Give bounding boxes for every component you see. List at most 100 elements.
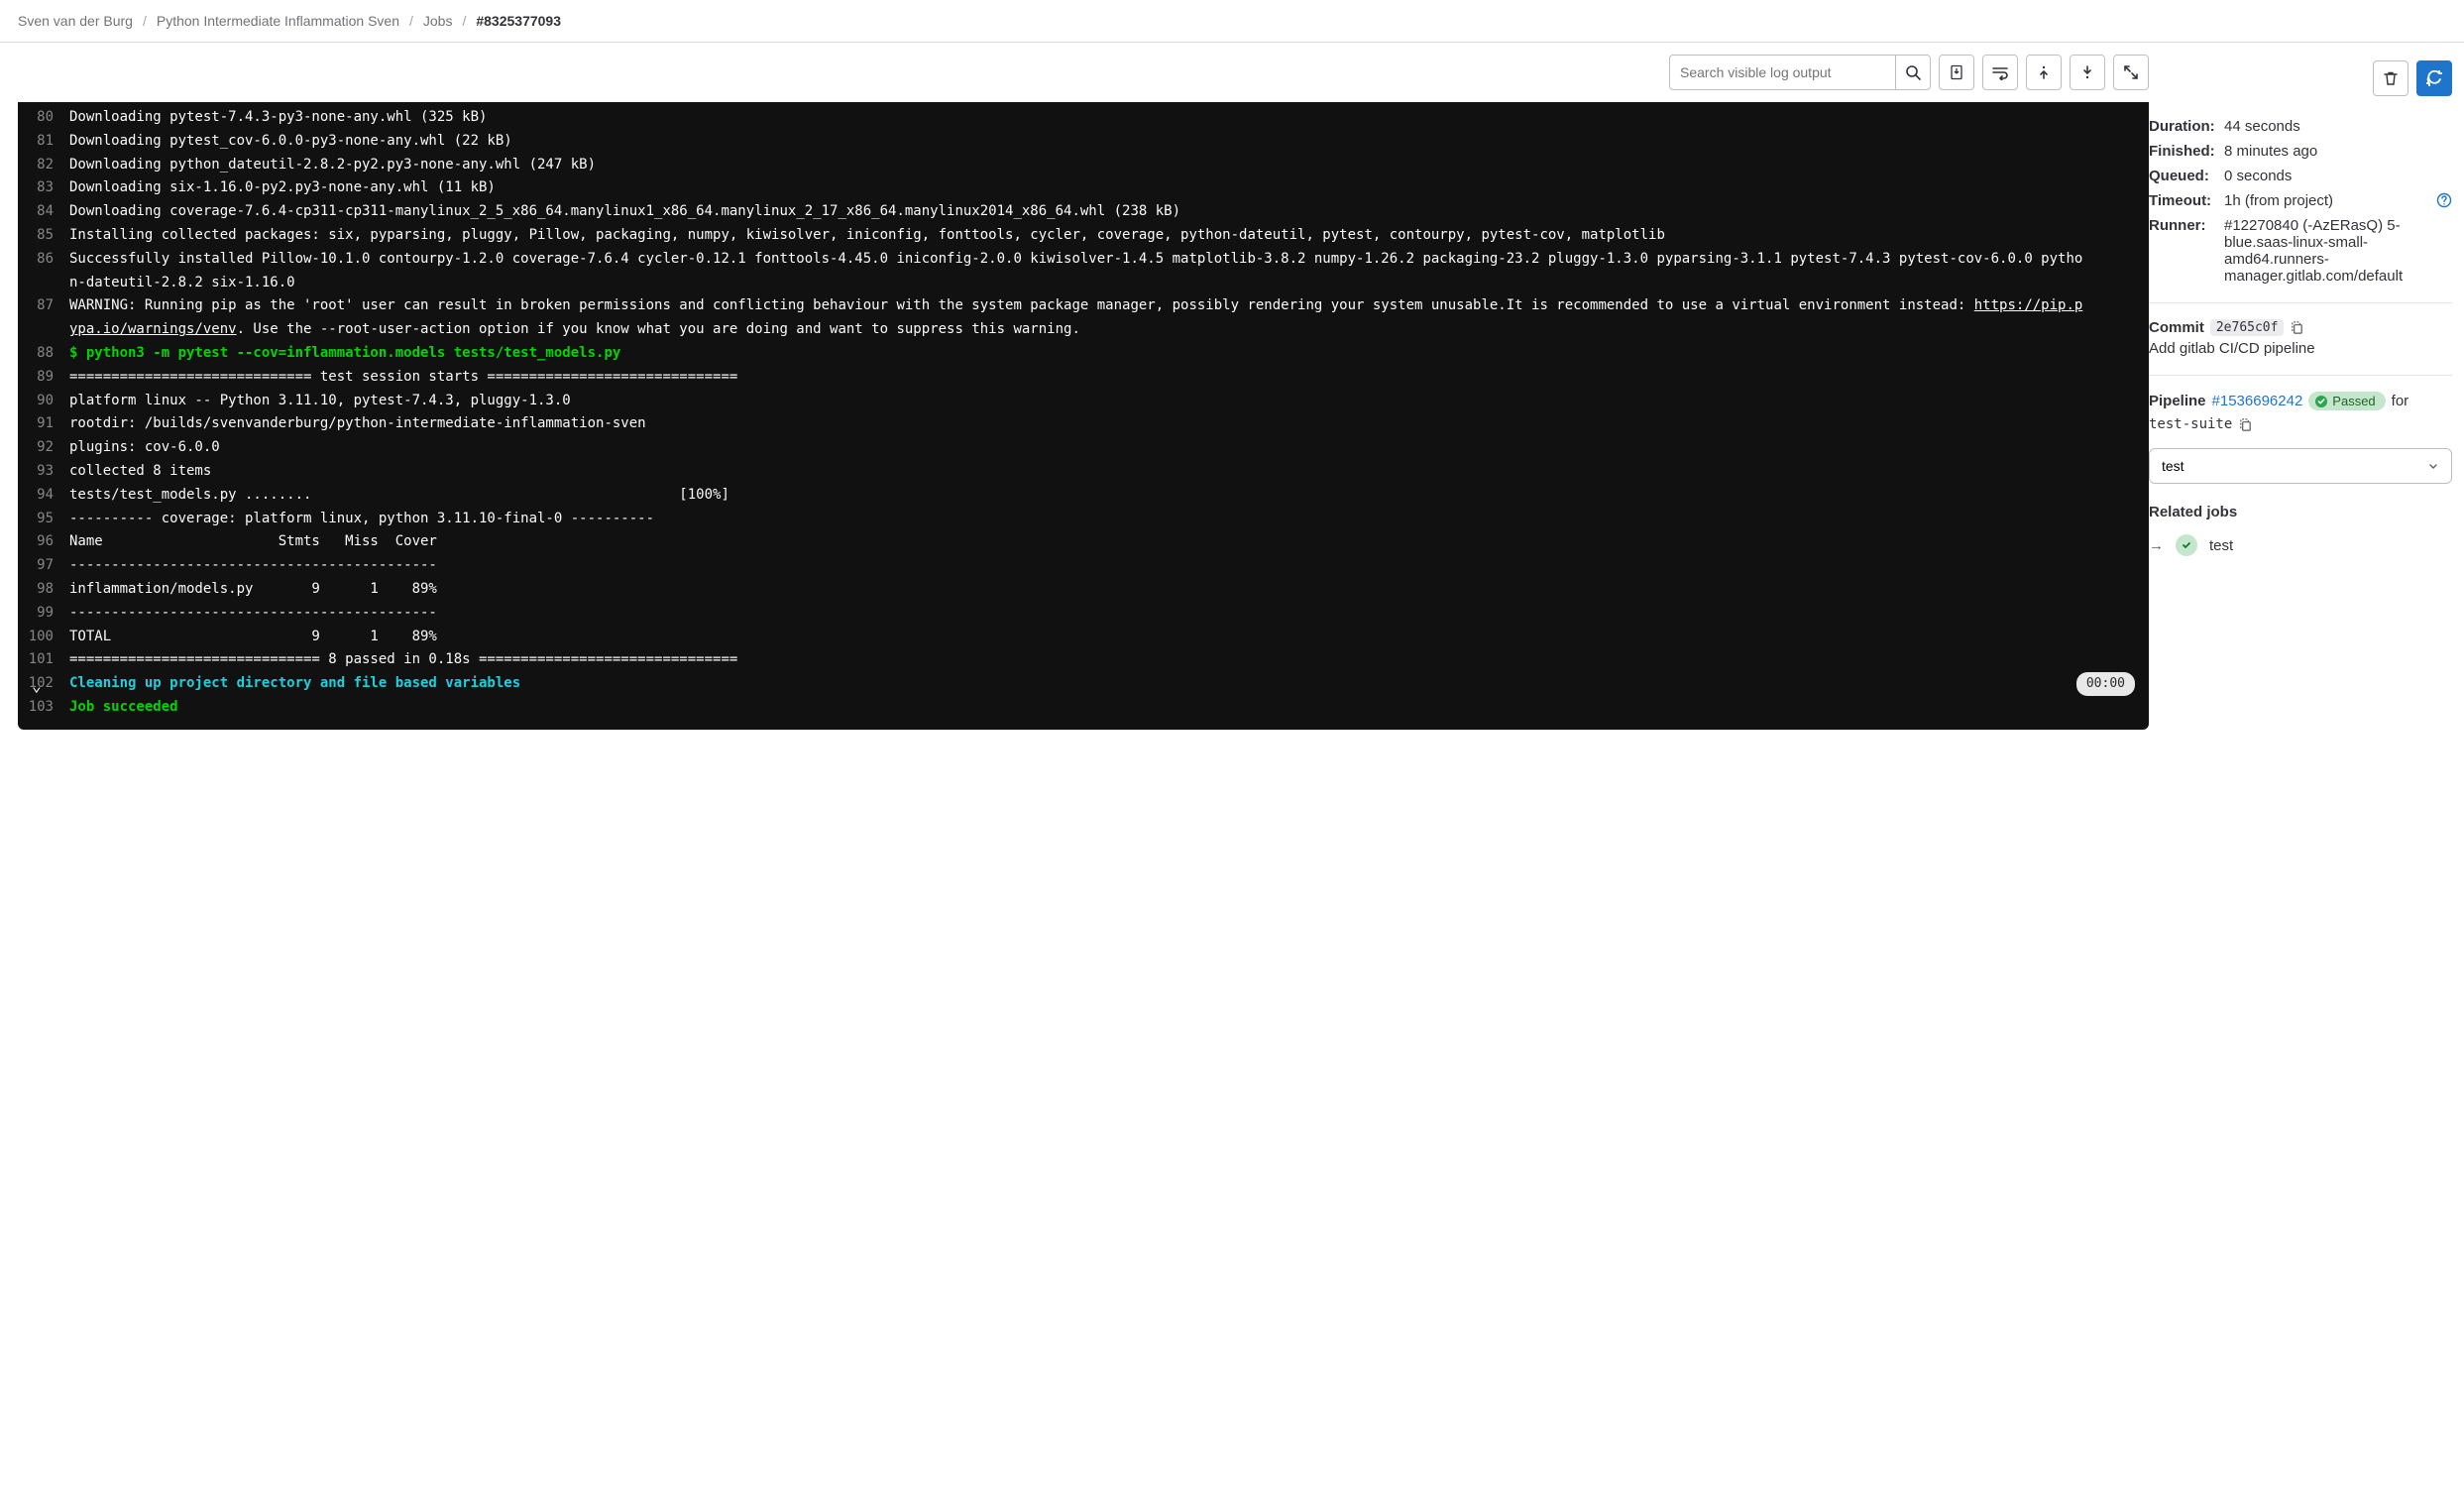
log-text: ============================== 8 passed … bbox=[69, 648, 797, 672]
log-line: 100TOTAL 9 1 89% bbox=[18, 626, 2149, 649]
queued-label: Queued: bbox=[2149, 168, 2218, 184]
finished-label: Finished: bbox=[2149, 143, 2218, 160]
log-text: ----------------------------------------… bbox=[69, 602, 497, 626]
breadcrumb-sep: / bbox=[462, 13, 466, 29]
log-line: 93collected 8 items bbox=[18, 460, 2149, 484]
line-number[interactable]: 92 bbox=[28, 436, 69, 460]
runner-value: #12270840 (-AzERasQ) 5-blue.saas-linux-s… bbox=[2224, 217, 2452, 285]
trash-icon bbox=[2383, 70, 2399, 86]
log-line: 87WARNING: Running pip as the 'root' use… bbox=[18, 294, 2149, 342]
scroll-top-button[interactable] bbox=[2026, 55, 2062, 90]
log-text: TOTAL 9 1 89% bbox=[69, 626, 497, 649]
related-jobs-heading: Related jobs bbox=[2149, 504, 2452, 520]
log-text: Downloading coverage-7.6.4-cp311-cp311-m… bbox=[69, 200, 1240, 224]
job-select[interactable]: test bbox=[2149, 448, 2452, 484]
sidebar: Duration:44 seconds Finished:8 minutes a… bbox=[2149, 43, 2464, 749]
line-number[interactable]: 81 bbox=[28, 130, 69, 154]
search-input[interactable] bbox=[1669, 55, 1895, 90]
duration-value: 44 seconds bbox=[2224, 118, 2452, 135]
log-text: Downloading python_dateutil-2.8.2-py2.py… bbox=[69, 154, 655, 177]
line-number[interactable]: 85 bbox=[28, 224, 69, 248]
line-number[interactable]: 98 bbox=[28, 578, 69, 602]
breadcrumb: Sven van der Burg / Python Intermediate … bbox=[0, 0, 2464, 43]
timeout-value: 1h (from project) bbox=[2224, 192, 2430, 209]
commit-message: Add gitlab CI/CD pipeline bbox=[2149, 340, 2452, 357]
line-number[interactable]: 103 bbox=[28, 696, 69, 720]
line-number[interactable]: 94 bbox=[28, 484, 69, 508]
log-text: Cleaning up project directory and file b… bbox=[69, 672, 580, 696]
line-number[interactable]: 100 bbox=[28, 626, 69, 649]
status-icon bbox=[2176, 534, 2197, 556]
finished-value: 8 minutes ago bbox=[2224, 143, 2452, 160]
line-number[interactable]: 90 bbox=[28, 390, 69, 413]
log-line: 85Installing collected packages: six, py… bbox=[18, 224, 2149, 248]
log-line: 95---------- coverage: platform linux, p… bbox=[18, 508, 2149, 531]
line-number[interactable]: 86 bbox=[28, 248, 69, 295]
commit-label: Commit bbox=[2149, 319, 2204, 336]
log-line: 102Cleaning up project directory and fil… bbox=[18, 672, 2149, 696]
divider bbox=[2149, 375, 2452, 376]
branch-name[interactable]: test-suite bbox=[2149, 416, 2232, 432]
line-number[interactable]: 82 bbox=[28, 154, 69, 177]
log-line: 90platform linux -- Python 3.11.10, pyte… bbox=[18, 390, 2149, 413]
line-number[interactable]: 99 bbox=[28, 602, 69, 626]
breadcrumb-project[interactable]: Python Intermediate Inflammation Sven bbox=[157, 13, 399, 29]
log-text: Name Stmts Miss Cover bbox=[69, 530, 497, 554]
search-button[interactable] bbox=[1895, 55, 1931, 90]
pipeline-link[interactable]: #1536696242 bbox=[2212, 393, 2303, 409]
wrap-lines-button[interactable] bbox=[1982, 55, 2018, 90]
log-text: ----------------------------------------… bbox=[69, 554, 497, 578]
log-toolbar bbox=[18, 43, 2149, 102]
status-text: Passed bbox=[2332, 394, 2375, 408]
line-number[interactable]: 101 bbox=[28, 648, 69, 672]
runner-label: Runner: bbox=[2149, 217, 2218, 234]
log-line: 94tests/test_models.py ........ [100%] bbox=[18, 484, 2149, 508]
log-text: Downloading pytest_cov-6.0.0-py3-none-an… bbox=[69, 130, 572, 154]
download-icon bbox=[1949, 64, 1964, 80]
log-text: Downloading pytest-7.4.3-py3-none-any.wh… bbox=[69, 106, 546, 130]
copy-branch-button[interactable] bbox=[2238, 417, 2253, 432]
log-line: 91rootdir: /builds/svenvanderburg/python… bbox=[18, 412, 2149, 436]
divider bbox=[2149, 302, 2452, 303]
line-number[interactable]: 97 bbox=[28, 554, 69, 578]
line-number[interactable]: 95 bbox=[28, 508, 69, 531]
log-text: inflammation/models.py 9 1 89% bbox=[69, 578, 497, 602]
log-line: 88$ python3 -m pytest --cov=inflammation… bbox=[18, 342, 2149, 366]
related-job-row[interactable]: → test bbox=[2149, 530, 2452, 560]
log-text: Installing collected packages: six, pypa… bbox=[69, 224, 1725, 248]
scroll-bottom-button[interactable] bbox=[2070, 55, 2105, 90]
wrap-icon bbox=[1991, 64, 2009, 80]
log-line: 80Downloading pytest-7.4.3-py3-none-any.… bbox=[18, 106, 2149, 130]
line-number[interactable]: 89 bbox=[28, 366, 69, 390]
breadcrumb-owner[interactable]: Sven van der Burg bbox=[18, 13, 133, 29]
retry-job-button[interactable] bbox=[2416, 60, 2452, 96]
line-number[interactable]: 102 bbox=[28, 672, 69, 696]
line-number[interactable]: 96 bbox=[28, 530, 69, 554]
search-icon bbox=[1905, 64, 1921, 80]
copy-sha-button[interactable] bbox=[2290, 320, 2304, 335]
log-text: ---------- coverage: platform linux, pyt… bbox=[69, 508, 714, 531]
scroll-bottom-icon bbox=[2080, 64, 2094, 80]
line-number[interactable]: 93 bbox=[28, 460, 69, 484]
arrow-right-icon: → bbox=[2149, 537, 2164, 554]
line-number[interactable]: 88 bbox=[28, 342, 69, 366]
fullscreen-button[interactable] bbox=[2113, 55, 2149, 90]
delete-job-button[interactable] bbox=[2373, 60, 2408, 96]
log-text: platform linux -- Python 3.11.10, pytest… bbox=[69, 390, 630, 413]
copy-icon bbox=[2290, 320, 2304, 335]
log-output[interactable]: 80Downloading pytest-7.4.3-py3-none-any.… bbox=[18, 102, 2149, 730]
commit-sha[interactable]: 2e765c0f bbox=[2210, 319, 2285, 336]
line-number[interactable]: 84 bbox=[28, 200, 69, 224]
line-number[interactable]: 83 bbox=[28, 176, 69, 200]
line-number[interactable]: 91 bbox=[28, 412, 69, 436]
breadcrumb-jobs[interactable]: Jobs bbox=[423, 13, 453, 29]
help-icon[interactable] bbox=[2436, 192, 2452, 208]
log-line: 97--------------------------------------… bbox=[18, 554, 2149, 578]
line-number[interactable]: 87 bbox=[28, 294, 69, 342]
download-raw-button[interactable] bbox=[1939, 55, 1974, 90]
log-link[interactable]: https://pip.pypa.io/warnings/venv bbox=[69, 297, 2082, 337]
check-icon bbox=[2314, 395, 2328, 408]
line-number[interactable]: 80 bbox=[28, 106, 69, 130]
log-line: 103Job succeeded bbox=[18, 696, 2149, 720]
log-text: Downloading six-1.16.0-py2.py3-none-any.… bbox=[69, 176, 555, 200]
